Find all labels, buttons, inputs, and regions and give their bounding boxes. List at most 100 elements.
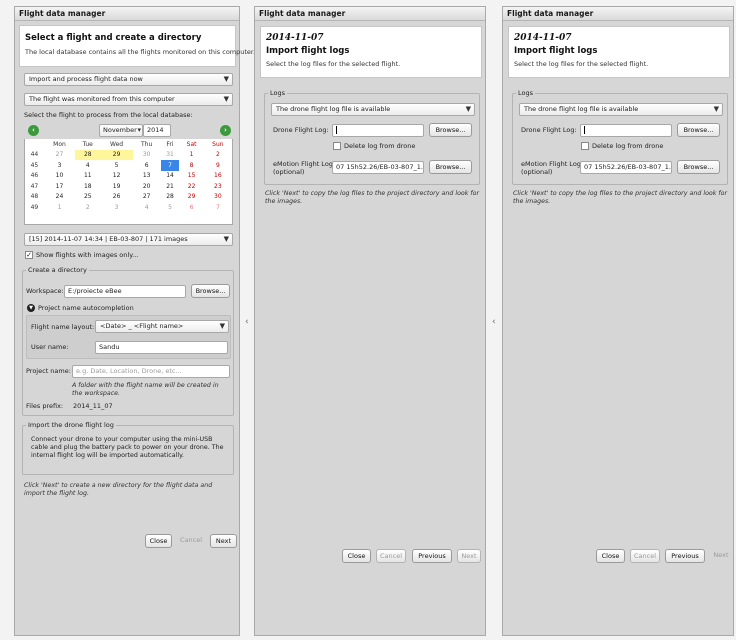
calendar-day[interactable]: 11 bbox=[75, 171, 100, 182]
calendar-day[interactable]: 10 bbox=[44, 171, 75, 182]
project-name-label: Project name: bbox=[26, 367, 71, 375]
calendar-day[interactable]: 2 bbox=[75, 202, 100, 213]
checkbox-icon bbox=[333, 142, 341, 150]
user-name-input[interactable]: Sandu bbox=[95, 341, 228, 354]
calendar-day[interactable]: 26 bbox=[100, 192, 132, 203]
calendar-day[interactable]: 12 bbox=[100, 171, 132, 182]
create-directory-group: Create a directory Workspace: E:/proiect… bbox=[22, 266, 234, 416]
calendar-day[interactable]: 28 bbox=[161, 192, 180, 203]
user-name-value: Sandu bbox=[99, 343, 120, 351]
browse-drone-log-button[interactable]: Browse... bbox=[677, 123, 720, 137]
browse-drone-log-button[interactable]: Browse... bbox=[429, 123, 472, 137]
calendar-day[interactable]: 20 bbox=[133, 181, 161, 192]
calendar-day[interactable]: 14 bbox=[161, 171, 180, 182]
calendar-day[interactable]: 3 bbox=[44, 160, 75, 171]
calendar-day[interactable]: 3 bbox=[100, 202, 132, 213]
arrow-left-icon[interactable]: ‹ bbox=[28, 125, 39, 136]
arrow-right-icon[interactable]: › bbox=[220, 125, 231, 136]
page-subtitle: Select the log files for the selected fl… bbox=[266, 60, 401, 68]
calendar-day[interactable]: 5 bbox=[161, 202, 180, 213]
calendar-day[interactable]: 6 bbox=[133, 160, 161, 171]
log-availability-select[interactable]: The drone flight log file is available ▼ bbox=[271, 103, 475, 116]
calendar-day[interactable]: 5 bbox=[100, 160, 132, 171]
next-button[interactable]: Next bbox=[210, 534, 237, 548]
calendar-day[interactable]: 22 bbox=[179, 181, 203, 192]
flight-date: 2014-11-07 bbox=[266, 33, 324, 43]
autocompletion-toggle[interactable]: ▼ Project name autocompletion bbox=[27, 304, 134, 312]
calendar-day[interactable]: 24 bbox=[44, 192, 75, 203]
year-spinbox[interactable]: 2014 bbox=[143, 124, 171, 137]
workspace-label: Workspace: bbox=[26, 287, 64, 295]
calendar-day[interactable]: 8 bbox=[179, 160, 203, 171]
emotion-log-input[interactable]: 07 15h52.26/EB-03-807_1.efl bbox=[580, 161, 672, 174]
wizard-header: 2014-11-07 Import flight logs Select the… bbox=[508, 26, 730, 78]
close-button[interactable]: Close bbox=[596, 549, 625, 563]
close-button[interactable]: Close bbox=[145, 534, 172, 548]
drone-log-input[interactable] bbox=[332, 124, 424, 137]
cancel-button[interactable]: Cancel bbox=[630, 549, 660, 563]
calendar-day[interactable]: 6 bbox=[179, 202, 203, 213]
calendar-day[interactable]: 30 bbox=[204, 192, 232, 203]
cancel-button[interactable]: Cancel bbox=[376, 549, 406, 563]
calendar-day[interactable]: 18 bbox=[75, 181, 100, 192]
select-flight-label: Select the flight to process from the lo… bbox=[24, 111, 193, 119]
log-availability-select[interactable]: The drone flight log file is available ▼ bbox=[519, 103, 723, 116]
calendar-day[interactable]: 1 bbox=[44, 202, 75, 213]
show-flights-checkbox[interactable]: ✓ Show flights with images only... bbox=[25, 251, 138, 259]
workspace-input[interactable]: E:/proiecte eBee bbox=[64, 285, 186, 298]
month-select[interactable]: November ▾ bbox=[99, 124, 143, 137]
calendar-day[interactable]: 4 bbox=[75, 160, 100, 171]
next-button[interactable]: Next bbox=[457, 549, 481, 563]
calendar-day[interactable]: 27 bbox=[133, 192, 161, 203]
calendar-day[interactable]: 27 bbox=[44, 150, 75, 161]
project-name-input[interactable]: e.g. Date, Location, Drone, etc... bbox=[72, 365, 230, 378]
delete-log-checkbox[interactable]: Delete log from drone bbox=[581, 142, 663, 150]
calendar-day[interactable]: 16 bbox=[204, 171, 232, 182]
import-mode-select[interactable]: Import and process flight data now ▼ bbox=[24, 73, 233, 86]
calendar-day[interactable]: 13 bbox=[133, 171, 161, 182]
calendar-day-selected[interactable]: 7 bbox=[160, 160, 180, 171]
flight-layout-select[interactable]: <Date> _ <Flight name> ▼ bbox=[95, 320, 229, 333]
day-header: Tue bbox=[82, 140, 93, 148]
calendar-day[interactable]: 15 bbox=[179, 171, 203, 182]
monitored-select[interactable]: The flight was monitored from this compu… bbox=[24, 93, 233, 106]
emotion-log-optional: (optional) bbox=[521, 168, 553, 176]
page-title: Import flight logs bbox=[266, 46, 350, 56]
calendar-day[interactable]: 29 bbox=[179, 192, 203, 203]
calendar-day[interactable]: 21 bbox=[161, 181, 180, 192]
calendar-day[interactable]: 28 bbox=[75, 149, 101, 160]
calendar-day[interactable]: 23 bbox=[204, 181, 232, 192]
calendar-day[interactable]: 9 bbox=[204, 160, 232, 171]
next-note: Click 'Next' to create a new directory f… bbox=[24, 482, 213, 497]
calendar-day[interactable]: 31 bbox=[161, 150, 180, 161]
previous-button[interactable]: Previous bbox=[412, 549, 452, 563]
close-button[interactable]: Close bbox=[342, 549, 371, 563]
calendar-day[interactable]: 25 bbox=[75, 192, 100, 203]
logs-group: Logs The drone flight log file is availa… bbox=[512, 89, 728, 185]
drone-log-input[interactable] bbox=[580, 124, 672, 137]
delete-log-checkbox[interactable]: Delete log from drone bbox=[333, 142, 415, 150]
calendar-day[interactable]: 2 bbox=[204, 150, 232, 161]
emotion-log-input[interactable]: 07 15h52.26/EB-03-807_1.efl bbox=[332, 161, 424, 174]
calendar-day[interactable]: 30 bbox=[133, 150, 161, 161]
calendar-day[interactable]: 7 bbox=[204, 202, 232, 213]
cancel-button[interactable]: Cancel bbox=[177, 534, 205, 548]
workspace-value: E:/proiecte eBee bbox=[68, 287, 122, 295]
collapse-arrow-icon[interactable]: ‹ bbox=[245, 317, 249, 327]
calendar-day[interactable]: 1 bbox=[179, 150, 203, 161]
week-number: 46 bbox=[25, 170, 44, 181]
browse-emotion-log-button[interactable]: Browse... bbox=[677, 160, 720, 174]
day-header: Sun bbox=[212, 140, 224, 148]
browse-workspace-button[interactable]: Browse... bbox=[191, 284, 230, 298]
calendar-day[interactable]: 29 bbox=[100, 149, 133, 160]
chevron-down-icon: ▼ bbox=[223, 75, 229, 83]
calendar-day[interactable]: 19 bbox=[100, 181, 132, 192]
browse-emotion-log-button[interactable]: Browse... bbox=[429, 160, 472, 174]
calendar-day[interactable]: 4 bbox=[133, 202, 161, 213]
next-button[interactable]: Next bbox=[709, 549, 733, 563]
collapse-arrow-icon[interactable]: ‹ bbox=[492, 317, 496, 327]
calendar-day[interactable]: 17 bbox=[44, 181, 75, 192]
flight-select[interactable]: [15] 2014-11-07 14:34 | EB-03-807 | 171 … bbox=[24, 233, 233, 246]
page-title: Import flight logs bbox=[514, 46, 598, 56]
previous-button[interactable]: Previous bbox=[665, 549, 705, 563]
